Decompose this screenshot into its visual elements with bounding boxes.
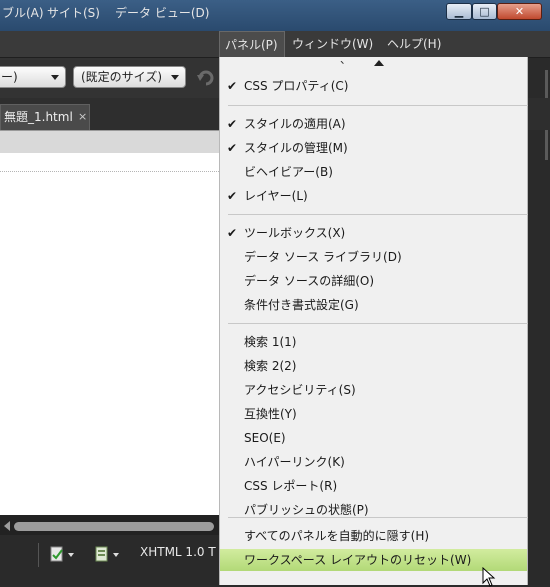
panel-menu-item-label: ビヘイビアー(B) <box>244 165 333 179</box>
doctype-status[interactable]: XHTML 1.0 T <box>140 545 216 559</box>
panel-menu-item-label: すべてのパネルを自動的に隠す(H) <box>244 529 430 543</box>
size-combo-value: (既定のサイズ) <box>81 70 163 84</box>
panel-menu-item-label: CSS プロパティ(C) <box>244 79 349 93</box>
tab-close-icon[interactable]: × <box>78 105 87 129</box>
panel-menu-item[interactable]: ✔ スタイルの管理(M) <box>220 137 527 159</box>
panel-menu-item-label: アクセシビリティ(S) <box>244 383 356 397</box>
mouse-cursor-icon <box>482 567 496 587</box>
menu-separator <box>228 214 528 215</box>
horizontal-scrollbar-thumb[interactable] <box>14 522 214 531</box>
close-icon: ✕ <box>514 5 525 18</box>
menu-table[interactable]: ブル(A) <box>0 0 44 26</box>
panel-menu-item-label: データ ソースの詳細(O) <box>244 274 375 288</box>
panel-menu-item[interactable]: ✔ レイヤー(L) <box>220 185 527 207</box>
menu-site[interactable]: サイト(S) <box>47 0 100 26</box>
chevron-down-icon <box>51 75 59 80</box>
checkmark-icon: ✔ <box>227 141 238 155</box>
style-combo[interactable]: ー) <box>0 66 66 88</box>
menu-window[interactable]: ウィンドウ(W) <box>292 31 373 57</box>
chevron-down-icon <box>171 75 179 80</box>
panel-menu-item[interactable]: SEO(E) <box>220 427 527 449</box>
panel-menu-item-label: 条件付き書式設定(G) <box>244 298 359 312</box>
undo-icon[interactable] <box>196 69 214 87</box>
checkmark-icon: ✔ <box>227 117 238 131</box>
panel-menu-item[interactable]: ✔ CSS プロパティ(C) <box>220 75 527 97</box>
design-view-header <box>0 131 219 153</box>
menu-help[interactable]: ヘルプ(H) <box>387 31 441 57</box>
panels-dropdown-menu: 、 ✔ CSS プロパティ(C) ✔ スタイルの適用(A) ✔ スタイルの管理(M) ビヘイ… <box>219 53 528 585</box>
panel-menu-item-label: 検索 1(1) <box>244 335 297 349</box>
panel-menu-item[interactable]: ビヘイビアー(B) <box>220 161 527 183</box>
close-button[interactable]: ✕ <box>497 3 542 20</box>
panel-menu-item[interactable]: 条件付き書式設定(G) <box>220 294 527 316</box>
panel-menu-item[interactable]: 検索 2(2) <box>220 355 527 377</box>
panel-menu-item[interactable]: データ ソースの詳細(O) <box>220 270 527 292</box>
minimize-button[interactable]: ▁ <box>446 3 472 20</box>
size-combo[interactable]: (既定のサイズ) <box>73 66 186 88</box>
panel-menu-item[interactable]: データ ソース ライブラリ(D) <box>220 246 527 268</box>
panel-menu-item-label: 互換性(Y) <box>244 407 297 421</box>
panel-menu-item-label: ツールボックス(X) <box>244 226 346 240</box>
panel-menu-item-label: CSS レポート(R) <box>244 479 338 493</box>
panel-menu-item-label: データ ソース ライブラリ(D) <box>244 250 402 264</box>
panel-menu-item-label: スタイルの管理(M) <box>244 141 348 155</box>
checkmark-icon: ✔ <box>227 189 238 203</box>
design-view-guide <box>0 171 219 172</box>
panel-menu-item[interactable]: ✔ ツールボックス(X) <box>220 222 527 244</box>
panel-menu-item-label: ワークスペース レイアウトのリセット(W) <box>244 553 472 567</box>
menu-top-partial: 、 <box>340 53 351 66</box>
validate-icon[interactable] <box>49 546 77 562</box>
panel-menu-item-label: ハイパーリンク(K) <box>244 455 345 469</box>
panel-menu-item-label: レイヤー(L) <box>244 189 308 203</box>
panel-menu-item[interactable]: CSS レポート(R) <box>220 475 527 497</box>
maximize-button[interactable]: □ <box>472 3 497 20</box>
panel-menu-item[interactable]: ワークスペース レイアウトのリセット(W) <box>220 549 527 571</box>
panel-menu-item-label: SEO(E) <box>244 431 286 445</box>
document-tab[interactable]: 無題_1.html × <box>0 104 90 130</box>
panel-menu-item[interactable]: 検索 1(1) <box>220 331 527 353</box>
panel-menu-item[interactable]: 互換性(Y) <box>220 403 527 425</box>
check-page-icon[interactable] <box>94 546 122 562</box>
scroll-left-arrow-icon[interactable] <box>3 521 11 531</box>
style-combo-value: ー) <box>1 70 18 84</box>
menu-data-view[interactable]: データ ビュー(D) <box>115 0 209 26</box>
menu-panels[interactable]: パネル(P) <box>219 31 285 57</box>
panel-menu-item[interactable]: ハイパーリンク(K) <box>220 451 527 473</box>
panel-menu-item[interactable]: ✔ スタイルの適用(A) <box>220 113 527 135</box>
design-view[interactable] <box>0 130 219 516</box>
panel-menu-item[interactable]: すべてのパネルを自動的に隠す(H) <box>220 525 527 547</box>
checkmark-icon: ✔ <box>227 226 238 240</box>
panel-menu-item[interactable]: アクセシビリティ(S) <box>220 379 527 401</box>
status-divider <box>38 543 39 567</box>
panel-menu-item-label: スタイルの適用(A) <box>244 117 346 131</box>
menu-separator <box>228 105 528 106</box>
checkmark-icon: ✔ <box>227 79 238 93</box>
panel-menu-item-label: 検索 2(2) <box>244 359 297 373</box>
menu-separator <box>228 323 528 324</box>
minimize-icon: ▁ <box>454 5 464 18</box>
document-tab-label: 無題_1.html <box>4 110 73 124</box>
maximize-icon: □ <box>479 5 490 18</box>
scroll-up-arrow-icon[interactable] <box>374 60 384 66</box>
menu-separator <box>228 517 528 518</box>
